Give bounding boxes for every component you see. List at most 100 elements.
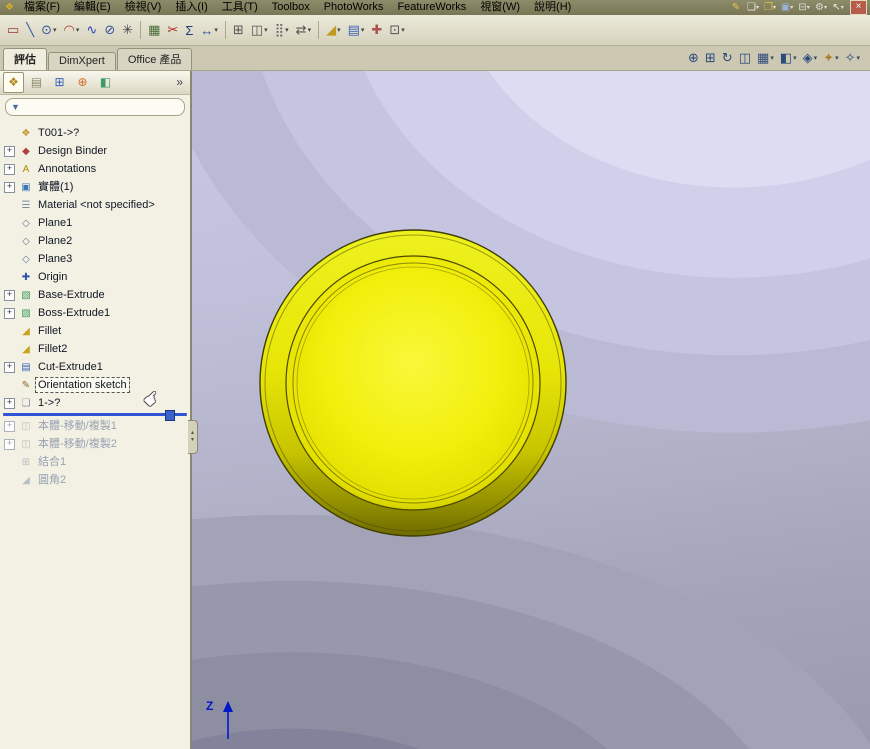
dropdown-caret-icon: ▾: [307, 27, 312, 34]
appearances-icon[interactable]: ✦ ▾: [821, 49, 840, 67]
sketch-point-icon[interactable]: ✳: [119, 19, 136, 41]
expand-toggle-icon[interactable]: +: [4, 163, 15, 175]
dropdown-caret-icon: ▾: [835, 55, 839, 62]
sketch-line-icon[interactable]: ╲: [23, 19, 37, 41]
displaymanager-icon[interactable]: ◧: [95, 72, 116, 93]
menu-item-help[interactable]: 說明(H): [527, 0, 578, 15]
tree-item-plane3[interactable]: ◇ Plane3: [0, 250, 190, 268]
tree-item-design-binder[interactable]: + ◆ Design Binder: [0, 142, 190, 160]
sketch-ellipse-icon[interactable]: ⊘: [101, 19, 118, 41]
tree-item-fillet-round2[interactable]: ◢ 圓角2: [0, 471, 190, 489]
print-icon[interactable]: ⊟ ▾: [796, 1, 812, 15]
tree-item-annotations[interactable]: + A Annotations: [0, 160, 190, 178]
tree-item-cut-extrude1[interactable]: + ▤ Cut-Extrude1: [0, 358, 190, 376]
rollback-bar-grip[interactable]: [165, 410, 175, 421]
filter-box[interactable]: ▼: [5, 98, 185, 116]
tab-office-products[interactable]: Office 產品: [116, 48, 193, 70]
convert-entities-icon[interactable]: ▦: [145, 19, 163, 41]
select-tool-icon[interactable]: ↖ ▾: [830, 1, 846, 15]
rollback-bar[interactable]: [3, 410, 187, 421]
expand-toggle-icon[interactable]: +: [4, 420, 15, 432]
smart-dimension-icon[interactable]: ↔ ▾: [197, 19, 221, 41]
sketch-fillet-icon[interactable]: ◢ ▾: [323, 19, 344, 41]
triad-z-arrow-icon: [223, 701, 234, 739]
dimxpertmanager-icon[interactable]: ⊕: [72, 72, 93, 93]
menu-item-insert[interactable]: 插入(I): [168, 0, 214, 15]
menu-item-featureworks[interactable]: FeatureWorks: [390, 0, 473, 15]
tree-item-solid-bodies[interactable]: + ▣ 實體(1): [0, 178, 190, 196]
menu-item-window[interactable]: 視窗(W): [473, 0, 527, 15]
filter-funnel-icon: ▼: [11, 102, 20, 112]
panel-splitter-handle[interactable]: ▴ ▾: [188, 420, 198, 454]
propertymanager-icon[interactable]: ▤: [26, 72, 47, 93]
expand-toggle-icon[interactable]: +: [4, 289, 15, 301]
new-document-icon[interactable]: ❏ ▾: [745, 1, 761, 15]
tree-item-plane1[interactable]: ◇ Plane1: [0, 214, 190, 232]
menu-item-view[interactable]: 檢視(V): [118, 0, 169, 15]
expand-toggle-icon[interactable]: +: [4, 438, 15, 450]
panel-overflow-button[interactable]: »: [172, 75, 187, 89]
tab-evaluate[interactable]: 評估: [3, 48, 47, 70]
tree-item-part-root[interactable]: ❖ T001->?: [0, 124, 190, 142]
tree-item-fillet[interactable]: ◢ Fillet: [0, 322, 190, 340]
edit-color-icon[interactable]: ✎: [728, 1, 744, 15]
move-entities-icon[interactable]: ⇄ ▾: [293, 19, 314, 41]
graphics-area[interactable]: Z: [190, 70, 870, 749]
trim-entities-icon[interactable]: ✂: [164, 19, 181, 41]
menu-item-toolbox[interactable]: Toolbox: [265, 0, 317, 15]
mirror-entities-icon[interactable]: ◫ ▾: [248, 19, 271, 41]
tree-item-move-copy-body1[interactable]: + ◫ 本體-移動/複製1: [0, 417, 190, 435]
zoom-area-icon[interactable]: ⊞: [703, 49, 718, 67]
expand-toggle-icon[interactable]: +: [4, 397, 15, 409]
expand-toggle-icon[interactable]: +: [4, 361, 15, 373]
tree-item-orientation-sketch[interactable]: ✎ Orientation sketch: [0, 376, 190, 394]
part-model[interactable]: [253, 223, 573, 543]
tree-item-fillet2[interactable]: ◢ Fillet2: [0, 340, 190, 358]
open-document-icon[interactable]: ❐ ▾: [762, 1, 778, 15]
repair-sketch-icon[interactable]: ✚: [368, 19, 385, 41]
display-relations-icon[interactable]: ▤ ▾: [345, 19, 368, 41]
menu-item-edit[interactable]: 編輯(E): [67, 0, 118, 15]
toolbar-separator: [224, 21, 226, 39]
options-icon[interactable]: ⚙ ▾: [813, 1, 829, 15]
sketch-arc-icon[interactable]: ◠ ▾: [61, 19, 83, 41]
display-style-icon[interactable]: ◧ ▾: [778, 49, 799, 67]
previous-view-icon[interactable]: ↻: [720, 49, 735, 67]
tree-item-combine1[interactable]: ⊞ 結合1: [0, 453, 190, 471]
splitter-down-arrow-icon: ▾: [190, 437, 194, 443]
configurationmanager-icon[interactable]: ⊞: [49, 72, 70, 93]
tree-item-origin[interactable]: ✚ Origin: [0, 268, 190, 286]
sketch-icon: ✎: [21, 379, 31, 391]
glyph: ◧: [779, 50, 793, 65]
glyph: ▣: [780, 2, 791, 13]
save-icon[interactable]: ▣ ▾: [779, 1, 795, 15]
offset-entities-icon[interactable]: ⊞: [230, 19, 247, 41]
menu-item-file[interactable]: 檔案(F): [17, 0, 67, 15]
grid-settings-icon[interactable]: ⊡ ▾: [386, 19, 407, 41]
expand-toggle-icon[interactable]: +: [4, 145, 15, 157]
tree-item-base-extrude[interactable]: + ▧ Base-Extrude: [0, 286, 190, 304]
glyph: ▤: [30, 75, 43, 89]
tree-item-plane2[interactable]: ◇ Plane2: [0, 232, 190, 250]
expand-toggle-icon[interactable]: +: [4, 181, 15, 193]
sketch-spline-icon[interactable]: ∿: [83, 19, 100, 41]
menu-item-tools[interactable]: 工具(T): [215, 0, 265, 15]
hide-show-items-icon[interactable]: ◈ ▾: [801, 49, 820, 67]
zoom-fit-icon[interactable]: ⊕: [686, 49, 701, 67]
tree-item-move-copy-body2[interactable]: + ◫ 本體-移動/複製2: [0, 435, 190, 453]
menu-item-photoworks[interactable]: PhotoWorks: [317, 0, 391, 15]
tree-item-material[interactable]: ☰ Material <not specified>: [0, 196, 190, 214]
expand-toggle-icon[interactable]: +: [4, 307, 15, 319]
tab-dimxpert[interactable]: DimXpert: [48, 52, 116, 70]
sketch-rectangle-icon[interactable]: ▭: [4, 19, 22, 41]
view-orientation-icon[interactable]: ▦ ▾: [755, 49, 776, 67]
linear-pattern-icon[interactable]: ⣿ ▾: [272, 19, 292, 41]
tree-item-boss-extrude1[interactable]: + ▧ Boss-Extrude1: [0, 304, 190, 322]
scene-icon[interactable]: ✧ ▾: [843, 49, 862, 67]
close-window-icon[interactable]: ×: [850, 0, 867, 15]
equations-icon[interactable]: Σ: [182, 19, 196, 41]
section-view-icon[interactable]: ◫: [737, 49, 753, 67]
dropdown-caret-icon: ▾: [214, 27, 218, 34]
sketch-circle-icon[interactable]: ⊙ ▾: [38, 19, 59, 41]
featuremanager-tree-icon[interactable]: ❖: [3, 71, 24, 93]
